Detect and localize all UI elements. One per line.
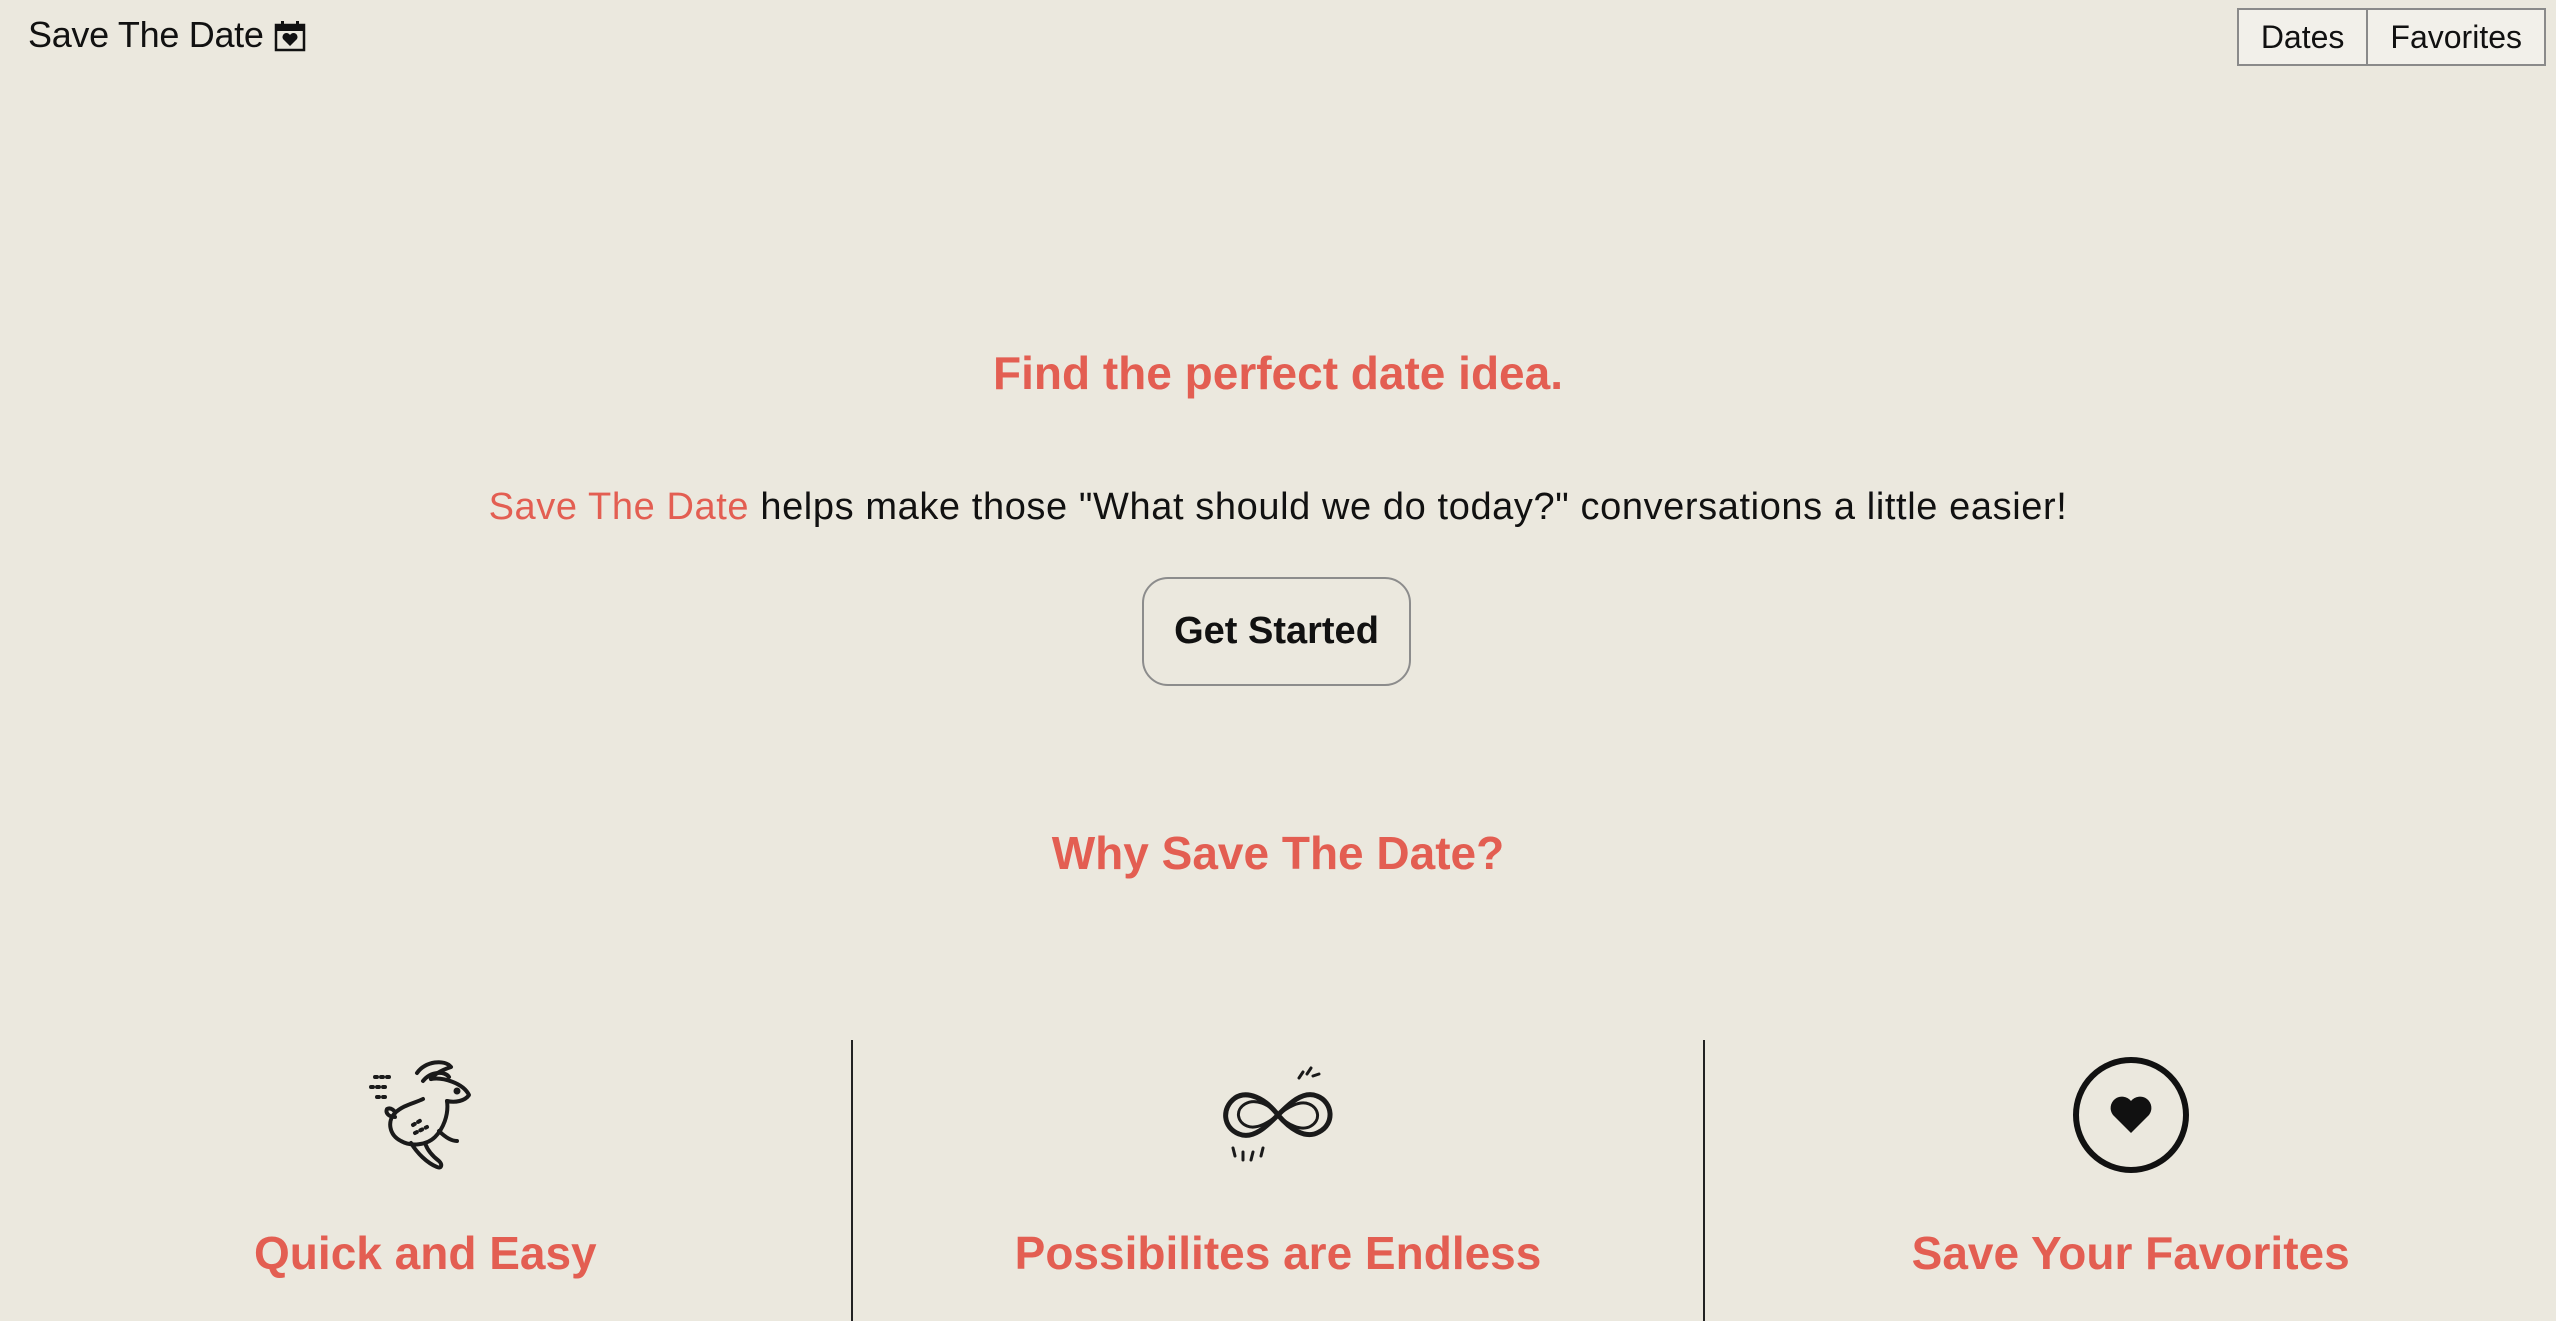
calendar-heart-icon xyxy=(274,19,306,52)
brand[interactable]: Save The Date xyxy=(28,14,306,56)
hero-subtitle-brand: Save The Date xyxy=(488,486,750,528)
top-bar: Save The Date Dates Favorites xyxy=(0,0,2556,72)
hero-title: Find the perfect date idea. xyxy=(993,347,1563,399)
heart-circle-icon xyxy=(2066,1050,2196,1180)
hero-subtitle-text: helps make those "What should we do toda… xyxy=(749,486,2068,528)
nav-favorites-button[interactable]: Favorites xyxy=(2368,8,2546,66)
get-started-button[interactable]: Get Started xyxy=(1142,577,1411,686)
main-nav: Dates Favorites xyxy=(2236,8,2546,66)
running-rabbit-icon xyxy=(360,1050,490,1180)
feature-quick-and-easy: Quick and Easy xyxy=(0,1040,851,1321)
why-section-title: Why Save The Date? xyxy=(1051,827,1505,879)
features-row: Quick and Easy Possibilites are Endless xyxy=(0,1040,2556,1321)
infinity-icon xyxy=(1213,1050,1343,1180)
feature-possibilities-endless: Possibilites are Endless xyxy=(850,1040,1704,1321)
feature-title: Quick and Easy xyxy=(254,1227,597,1279)
feature-title: Possibilites are Endless xyxy=(1014,1227,1542,1279)
hero-subtitle: Save The Date helps make those "What sho… xyxy=(0,486,2556,529)
brand-name: Save The Date xyxy=(28,14,264,55)
feature-title: Save Your Favorites xyxy=(1911,1227,2350,1279)
feature-save-favorites: Save Your Favorites xyxy=(1703,1040,2556,1321)
nav-dates-button[interactable]: Dates xyxy=(2236,8,2369,66)
